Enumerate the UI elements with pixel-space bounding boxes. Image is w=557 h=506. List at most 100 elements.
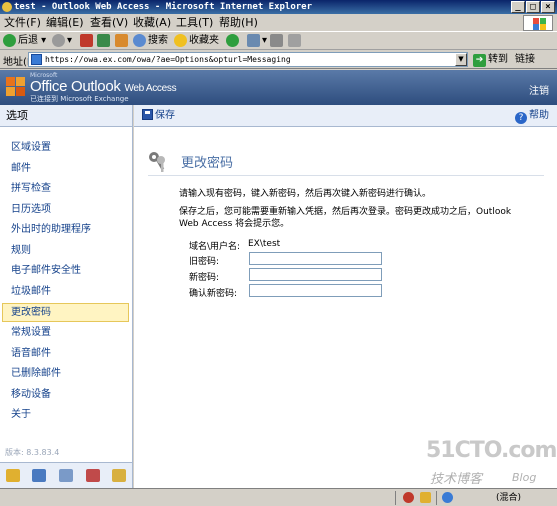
command-bar: 保存 ? 帮助 [134, 105, 557, 127]
minimize-button[interactable]: _ [511, 1, 525, 13]
confirm-password-label: 确认新密码: [189, 289, 238, 299]
nav-item-change-password[interactable]: 更改密码 [2, 303, 129, 322]
nav-item-out-of-office[interactable]: 外出时的助理程序 [2, 220, 129, 239]
calendar-module-icon[interactable] [32, 469, 46, 482]
domain-label: 域名\用户名: [189, 242, 241, 252]
search-icon [133, 33, 146, 47]
public-folders-icon[interactable] [112, 469, 126, 482]
confirm-password-field[interactable] [249, 284, 382, 297]
menu-file[interactable]: 文件(F) [4, 16, 41, 30]
nav-item-deleted-items[interactable]: 已删除邮件 [2, 364, 129, 383]
owa-header: Microsoft Office Outlook Web Access 已连接到… [0, 70, 557, 105]
window-controls: _ □ × [511, 1, 555, 13]
mail-button[interactable]: ▾ [247, 33, 267, 49]
refresh-button[interactable] [97, 33, 112, 49]
tasks-module-icon[interactable] [86, 469, 100, 482]
windows-logo-icon [523, 15, 553, 31]
back-button[interactable]: 后退 ▾ [3, 33, 46, 49]
help-button[interactable]: ? 帮助 [515, 109, 549, 124]
new-password-label: 新密码: [189, 273, 220, 283]
connection-status: 已连接到 Microsoft Exchange [30, 95, 129, 103]
key-icon [149, 152, 165, 172]
menu-bar: 文件(F) 编辑(E) 查看(V) 收藏(A) 工具(T) 帮助(H) [0, 14, 557, 32]
window-title: test - Outlook Web Access - Microsoft In… [14, 2, 313, 12]
nav-item-voice-mail[interactable]: 语音邮件 [2, 344, 129, 363]
nav-item-email-security[interactable]: 电子邮件安全性 [2, 261, 129, 280]
menu-help[interactable]: 帮助(H) [219, 16, 258, 30]
nav-item-junk-mail[interactable]: 垃圾邮件 [2, 282, 129, 301]
options-nav: 区域设置 邮件 拼写检查 日历选项 外出时的助理程序 规则 电子邮件安全性 垃圾… [0, 127, 133, 462]
nav-item-rules[interactable]: 规则 [2, 241, 129, 260]
main-panel: 更改密码 请输入现有密码，键入新密码，然后再次键入新密码进行确认。 保存之后，您… [134, 127, 557, 488]
nav-item-general[interactable]: 常规设置 [2, 323, 129, 342]
nav-item-about[interactable]: 关于 [2, 405, 129, 424]
home-button[interactable] [115, 33, 130, 49]
url-field[interactable]: https://owa.ex.com/owa/?ae=Options&optur… [28, 52, 468, 67]
status-separator [436, 491, 437, 505]
stop-button[interactable] [80, 33, 95, 49]
go-arrow-icon: ➔ [473, 54, 486, 67]
mail-module-icon[interactable] [6, 469, 20, 482]
url-text: https://owa.ex.com/owa/?ae=Options&optur… [45, 55, 291, 64]
forward-button[interactable]: ▾ [52, 33, 72, 49]
contacts-module-icon[interactable] [59, 469, 73, 482]
favorites-button[interactable]: 收藏夹 [174, 33, 219, 49]
new-password-field[interactable] [249, 268, 382, 281]
nav-item-spelling[interactable]: 拼写检查 [2, 179, 129, 198]
edit-icon [288, 33, 301, 47]
stop-icon [80, 33, 93, 47]
menu-view[interactable]: 查看(V) [90, 16, 128, 30]
internet-zone-icon [442, 492, 453, 503]
instruction-text: 请输入现有密码，键入新密码，然后再次键入新密码进行确认。 [179, 189, 432, 199]
security-zone: (混合) [495, 493, 521, 503]
links-button[interactable]: 链接 [515, 52, 535, 67]
help-icon: ? [515, 112, 527, 124]
nav-item-calendar[interactable]: 日历选项 [2, 200, 129, 219]
star-icon [174, 33, 187, 47]
history-button[interactable] [226, 33, 241, 49]
ie-icon [2, 2, 12, 12]
home-icon [115, 33, 128, 47]
refresh-icon [97, 33, 110, 47]
back-arrow-icon [3, 33, 16, 47]
mail-icon [247, 33, 260, 47]
save-note-text: 保存之后，您可能需要重新输入凭据，然后再次登录。密码更改成功之后，Outlook… [179, 207, 512, 229]
old-password-field[interactable] [249, 252, 382, 265]
popup-blocked-icon [403, 492, 414, 503]
lock-icon [420, 492, 431, 503]
address-bar: 地址(D) https://owa.ex.com/owa/?ae=Options… [0, 50, 557, 69]
print-icon [270, 33, 283, 47]
module-switcher [0, 462, 133, 488]
page-title: 更改密码 [181, 156, 234, 171]
page-icon [31, 54, 42, 65]
edit-button[interactable] [288, 33, 303, 49]
brand-title: Office Outlook Web Access [30, 78, 177, 95]
go-button[interactable]: ➔ 转到 [473, 52, 508, 67]
menu-edit[interactable]: 编辑(E) [46, 16, 84, 30]
url-dropdown-button[interactable]: ▼ [455, 53, 467, 66]
office-logo-icon [6, 77, 26, 97]
window-title-bar: test - Outlook Web Access - Microsoft In… [0, 0, 557, 14]
menu-tools[interactable]: 工具(T) [176, 16, 213, 30]
history-icon [226, 33, 239, 47]
options-header: 选项 [0, 105, 133, 127]
maximize-button[interactable]: □ [526, 1, 540, 13]
nav-item-messaging[interactable]: 邮件 [2, 159, 129, 178]
old-password-label: 旧密码: [189, 257, 220, 267]
search-button[interactable]: 搜索 [133, 33, 168, 49]
menu-favorites[interactable]: 收藏(A) [133, 16, 171, 30]
close-button[interactable]: × [541, 1, 555, 13]
print-button[interactable] [270, 33, 285, 49]
title-divider [148, 175, 544, 176]
status-bar: (混合) [0, 488, 557, 506]
nav-item-regional[interactable]: 区域设置 [2, 138, 129, 157]
domain-value: EX\test [248, 239, 281, 249]
forward-arrow-icon [52, 33, 65, 47]
save-icon [142, 109, 153, 120]
status-separator [395, 491, 396, 505]
logout-link[interactable]: 注销 [529, 82, 549, 97]
save-button[interactable]: 保存 [142, 109, 175, 123]
version-label: 版本: 8.3.83.4 [5, 448, 60, 457]
browser-toolbar: 后退 ▾ ▾ 搜索 收藏夹 ▾ [0, 32, 557, 50]
nav-item-mobile-devices[interactable]: 移动设备 [2, 385, 129, 404]
